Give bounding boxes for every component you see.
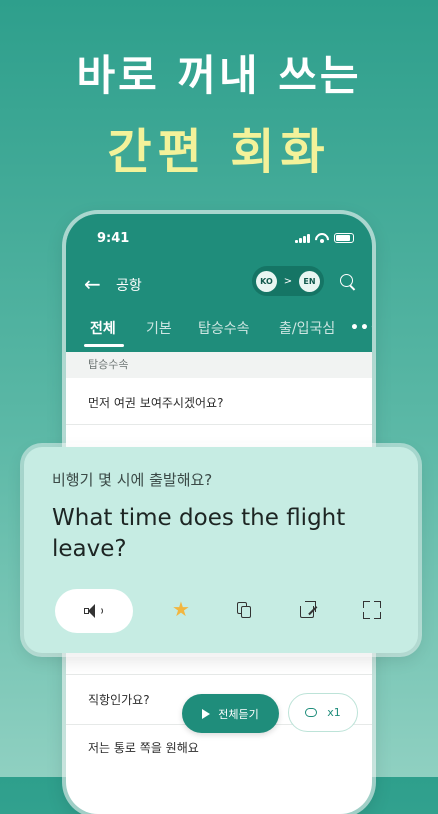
divider	[66, 674, 372, 675]
active-tab-underline	[84, 344, 124, 347]
headline-line1: 바로 꺼내 쓰는	[76, 51, 362, 100]
share-icon[interactable]	[300, 601, 318, 618]
card-korean-text: 비행기 몇 시에 출발해요?	[52, 471, 213, 489]
back-arrow-icon[interactable]: ←	[84, 272, 101, 296]
battery-icon	[334, 233, 354, 243]
status-time: 9:41	[97, 231, 130, 246]
search-icon[interactable]	[340, 274, 353, 287]
lang-from-badge: KO	[256, 270, 277, 292]
lang-to-badge: EN	[298, 270, 320, 292]
card-english-text: What time does the flight leave?	[52, 505, 346, 562]
page-title: 공항	[116, 278, 142, 294]
play-all-label: 전체듣기	[218, 707, 259, 721]
section-label: 탑승수속	[66, 352, 372, 378]
signal-icon	[295, 234, 310, 243]
tab-all[interactable]: 전체	[90, 318, 116, 338]
headline-line2: 간편 회화	[107, 124, 331, 180]
tab-checkin[interactable]: 탑승수속	[198, 318, 250, 338]
list-item[interactable]: 직항인가요?	[88, 691, 150, 708]
more-icon[interactable]: •••	[350, 320, 372, 336]
lang-arrow: >	[283, 275, 293, 287]
divider	[66, 424, 372, 425]
speaker-icon	[83, 603, 105, 619]
repeat-button[interactable]: x1	[288, 693, 358, 732]
tab-basic[interactable]: 기본	[146, 318, 172, 338]
repeat-label: x1	[327, 706, 341, 719]
play-icon	[202, 708, 211, 719]
expand-icon[interactable]	[363, 601, 381, 619]
language-toggle[interactable]: KO > EN	[252, 266, 324, 296]
tab-immigration[interactable]: 출/입국심	[279, 318, 335, 338]
star-icon[interactable]: ★	[172, 597, 190, 621]
play-audio-button[interactable]	[55, 589, 133, 633]
wifi-icon	[315, 233, 329, 243]
repeat-icon	[305, 708, 318, 717]
copy-icon[interactable]	[237, 602, 251, 618]
list-item[interactable]: 먼저 여권 보여주시겠어요?	[88, 394, 223, 411]
play-all-button[interactable]: 전체듣기	[182, 694, 279, 733]
list-item[interactable]: 저는 통로 쪽을 원해요	[88, 739, 199, 756]
phrase-card: 비행기 몇 시에 출발해요? What time does the flight…	[24, 447, 418, 653]
app-bar: 9:41 ← 공항 KO > EN 전체 기본 탑승수속 출/입국심 •••	[66, 214, 372, 352]
status-icons	[295, 233, 354, 243]
